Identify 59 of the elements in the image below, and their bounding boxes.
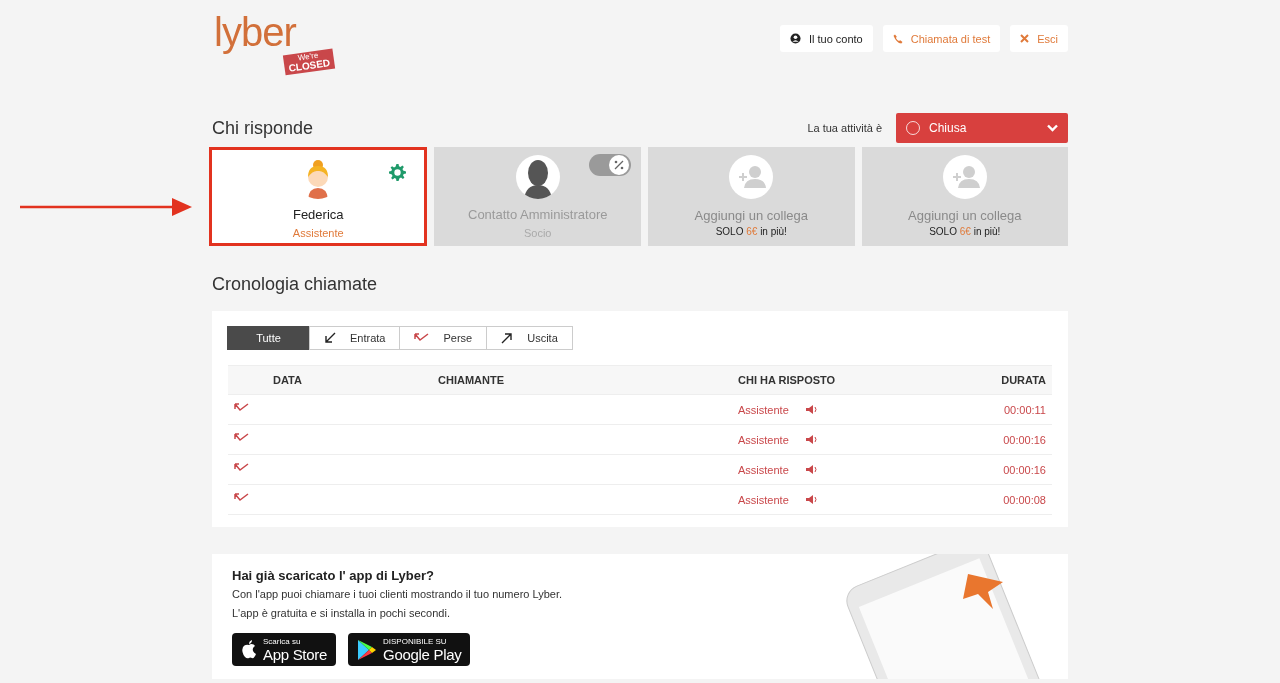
arrow-down-left-icon xyxy=(324,332,336,344)
logo-text: lyber xyxy=(214,10,296,54)
filter-tab[interactable]: Entrata xyxy=(309,326,401,350)
apple-logo-icon xyxy=(241,640,257,659)
play-triangle-icon xyxy=(357,638,377,661)
user-icon xyxy=(789,33,801,44)
promo-title: Hai già scaricato l' app di Lyber? xyxy=(232,568,435,583)
duration-text: 00:00:08 xyxy=(943,484,1052,515)
missed-call-icon xyxy=(234,433,249,444)
team-member-card[interactable]: Federica Assistente xyxy=(209,147,428,246)
badge-text: CLOSED xyxy=(288,58,331,74)
close-icon xyxy=(1020,34,1030,43)
promo-text: Con l'app puoi chiamare i tuoi clienti mostrando il tuo numero Lyber. xyxy=(232,587,563,602)
activity-label: La tua attività è xyxy=(807,122,882,134)
answered-by-text: Assistente xyxy=(738,493,789,506)
add-colleague-text: Aggiungi un collega xyxy=(908,208,1022,223)
add-colleague-card[interactable]: Aggiungi un collega SOLO 6€ in più! xyxy=(648,147,855,246)
answered-by-text: Assistente xyxy=(738,403,789,416)
add-colleague-card[interactable]: Aggiungi un collega SOLO 6€ in più! xyxy=(861,147,1068,246)
filter-tab[interactable]: Tutte xyxy=(227,326,310,350)
speaker-icon[interactable] xyxy=(805,435,818,444)
app-store-badge[interactable]: Scarica su App Store xyxy=(232,633,336,666)
add-user-icon xyxy=(942,155,987,199)
column-header: DURATA xyxy=(943,365,1052,395)
missed-call-icon xyxy=(234,403,249,414)
phone-icon xyxy=(892,33,903,44)
section-title: Chi risponde xyxy=(212,117,314,139)
chevron-down-icon xyxy=(1047,124,1058,132)
speaker-icon[interactable] xyxy=(805,465,818,474)
settings-icon[interactable] xyxy=(389,164,407,181)
missed-call-icon xyxy=(234,493,249,504)
arrow-up-right-icon xyxy=(501,332,514,344)
answered-by-text: Assistente xyxy=(738,433,789,446)
add-user-icon xyxy=(729,155,774,199)
duration-text: 00:00:16 xyxy=(943,424,1052,455)
column-header: DATA xyxy=(272,365,437,395)
filter-tab[interactable]: Uscita xyxy=(486,326,573,350)
add-colleague-text: Aggiungi un collega xyxy=(694,208,808,223)
missed-call-icon xyxy=(234,463,249,474)
member-name: Contatto Amministratore xyxy=(468,207,608,222)
promo-text: L'app è gratuita e si installa in pochi secondi. xyxy=(232,606,451,621)
speaker-icon[interactable] xyxy=(805,405,818,414)
duration-text: 00:00:11 xyxy=(943,394,1052,425)
price-note: SOLO 6€ in più! xyxy=(715,226,787,237)
member-role: Assistente xyxy=(292,227,344,239)
missed-call-icon xyxy=(414,332,430,344)
filter-tab[interactable]: Perse xyxy=(399,326,488,350)
account-button[interactable]: Il tuo conto xyxy=(779,25,873,52)
column-header: CHIAMANTE xyxy=(437,365,737,395)
price-note: SOLO 6€ in più! xyxy=(929,226,1001,237)
member-name: Federica xyxy=(292,207,344,222)
section-title: Cronologia chiamate xyxy=(212,274,379,295)
avatar-silhouette-icon xyxy=(515,155,560,199)
speaker-icon[interactable] xyxy=(805,495,818,504)
answered-by-text: Assistente xyxy=(738,463,789,476)
column-header: CHI HA RISPOSTO xyxy=(737,365,944,395)
google-play-badge[interactable]: DISPONIBILE SU Google Play xyxy=(348,633,471,666)
duration-text: 00:00:16 xyxy=(943,454,1052,485)
activity-dropdown[interactable]: Chiusa xyxy=(896,113,1068,143)
